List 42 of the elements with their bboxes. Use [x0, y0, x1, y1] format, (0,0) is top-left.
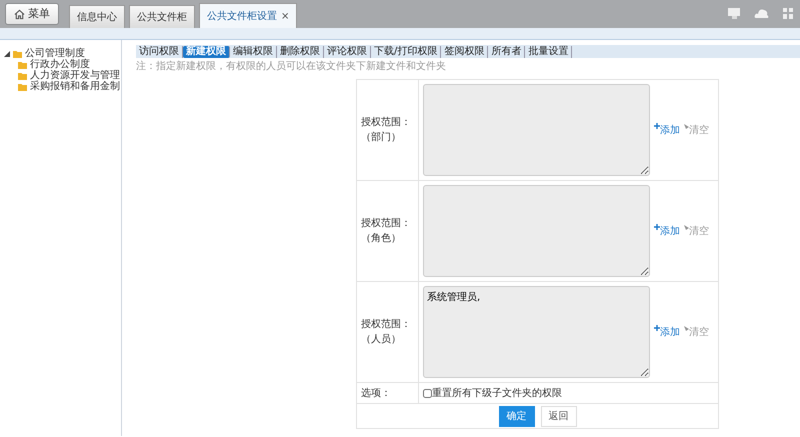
- close-icon[interactable]: ×: [281, 8, 290, 24]
- monitor-icon[interactable]: [728, 8, 740, 19]
- add-link[interactable]: 添加: [654, 226, 680, 236]
- home-icon: [14, 8, 25, 20]
- tree-item[interactable]: 公司管理制度: [0, 48, 121, 59]
- scope-textarea[interactable]: 系统管理员,: [423, 286, 650, 378]
- field-sublabel: （角色）: [361, 232, 402, 246]
- permission-tab[interactable]: 评论权限: [324, 46, 371, 58]
- expander-icon[interactable]: [4, 50, 10, 56]
- field-sublabel: （部门）: [361, 130, 402, 145]
- plus-icon: [654, 224, 660, 230]
- plus-icon: [654, 324, 660, 330]
- plus-icon: [654, 122, 660, 128]
- field-label: 授权范围：: [361, 216, 412, 231]
- scope-textarea[interactable]: [423, 84, 650, 176]
- add-link[interactable]: 添加: [654, 124, 680, 136]
- permission-tab[interactable]: 批量设置: [525, 46, 572, 58]
- tab[interactable]: 公共文件柜设置 ×: [199, 3, 298, 28]
- option-label: 选项：: [361, 388, 391, 398]
- confirm-button[interactable]: 确定: [498, 406, 534, 426]
- note-text: 注：指定新建权限，有权限的人员可以在该文件夹下新建文件和文件夹: [136, 60, 447, 74]
- permission-tab[interactable]: 签阅权限: [441, 46, 488, 58]
- permission-tab[interactable]: 删除权限: [277, 46, 324, 58]
- add-link[interactable]: 添加: [654, 326, 680, 338]
- permission-tab[interactable]: 下载/打印权限: [371, 46, 442, 58]
- tree-item[interactable]: 行政办公制度: [0, 59, 121, 70]
- field-sublabel: （人员）: [361, 333, 402, 347]
- permission-tab[interactable]: 所有者: [488, 46, 526, 58]
- field-label: 授权范围：: [361, 116, 412, 130]
- tree-item[interactable]: 采购报销和备用金制: [0, 81, 121, 92]
- back-button[interactable]: 返回: [540, 406, 576, 426]
- tab[interactable]: 信息中心: [69, 5, 125, 28]
- menu-button[interactable]: 菜单: [5, 3, 59, 25]
- checkbox[interactable]: [423, 388, 432, 398]
- permission-tab[interactable]: 编辑权限: [230, 46, 277, 58]
- tree-item[interactable]: 人力资源开发与管理: [0, 70, 121, 81]
- grid-icon[interactable]: [783, 8, 794, 19]
- permission-tab[interactable]: 新建权限: [183, 46, 230, 58]
- scope-textarea[interactable]: [423, 185, 650, 277]
- cloud-icon[interactable]: [754, 8, 769, 18]
- tab[interactable]: 公共文件柜: [129, 5, 195, 28]
- field-label: 授权范围：: [361, 318, 412, 332]
